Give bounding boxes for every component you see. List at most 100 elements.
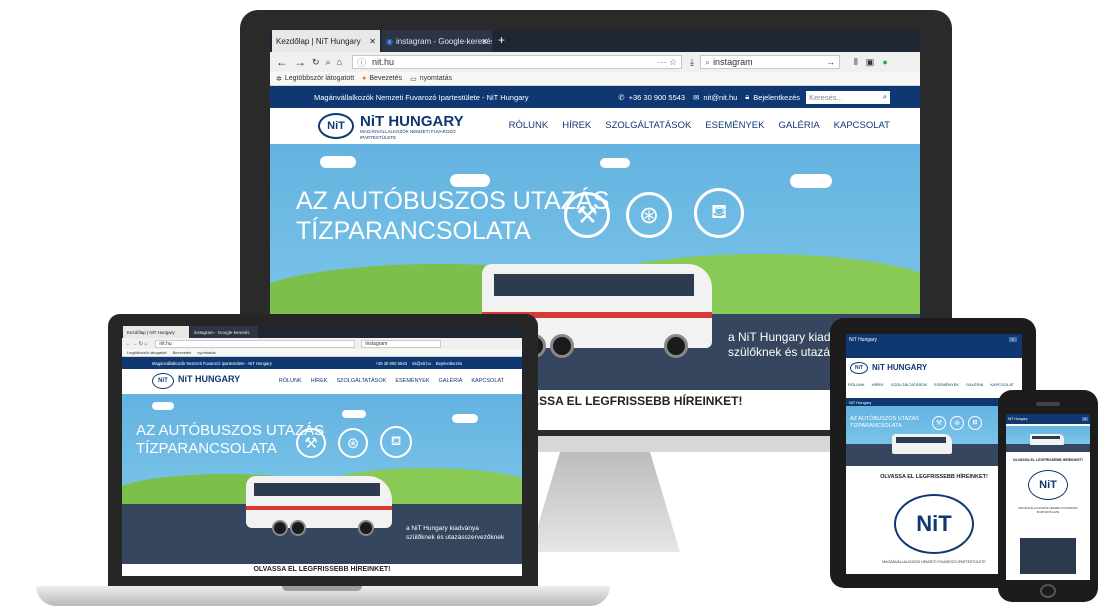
folder-icon: ▭ (410, 75, 417, 83)
laptop-screen: Kezdőlap | NiT Hungary instagram - Googl… (122, 326, 522, 576)
go-icon[interactable]: → (826, 57, 835, 67)
bookmark-item[interactable]: nyomtatás (197, 350, 215, 355)
menu-icon[interactable]: ≡ (1008, 337, 1017, 342)
home-button[interactable] (1040, 584, 1056, 598)
site-logo[interactable]: NiT (850, 362, 868, 374)
steering-wheel-icon: ⊛ (338, 428, 368, 458)
news-thumbnail[interactable] (1020, 538, 1076, 574)
site-navbar: NiT NiT HUNGARY RÓLUNK HÍREK SZOLGÁLTATÁ… (122, 369, 522, 394)
tab-title: instagram - Google-keresés (395, 36, 492, 46)
nav-item-szolgaltatasok[interactable]: SZOLGÁLTATÁSOK (891, 382, 927, 387)
library-icon[interactable]: ⫴ (854, 57, 858, 68)
site-search-placeholder: Keresés... (809, 92, 843, 102)
browser-tab[interactable]: ◉ instagram - Google-keresés ✕ (382, 30, 492, 52)
extension-icon[interactable]: ● (882, 57, 887, 67)
site-logo[interactable]: NiT (318, 113, 354, 139)
nav-item-rolunk[interactable]: RÓLUNK (509, 120, 549, 131)
browser-tab[interactable]: Kezdőlap | NiT Hungary (123, 326, 189, 338)
steering-wheel-icon: ⊛ (626, 192, 672, 238)
main-nav: RÓLUNK HÍREK SZOLGÁLTATÁSOK ESEMÉNYEK GA… (279, 378, 504, 384)
bookmark-item[interactable]: Bevezetés (173, 350, 192, 355)
site-navbar: NiT NiT HUNGARY RÓLUNK HÍREK SZOLGÁLTATÁ… (846, 358, 1022, 398)
email-link[interactable]: nit@nit.hu (412, 361, 431, 366)
search-icon[interactable]: ⌕ (883, 92, 887, 102)
forward-icon[interactable]: → (294, 55, 306, 69)
login-link[interactable]: Bejelentkezés (753, 93, 800, 102)
hero-banner[interactable]: AZ AUTÓBUSZOS UTAZÁS TÍZPARANCSOLATA ⚒ ⊛… (122, 394, 522, 564)
main-nav: RÓLUNK HÍREK SZOLGÁLTATÁSOK ESEMÉNYEK GA… (848, 382, 1020, 387)
phone-link[interactable]: +36 30 900 5543 (375, 361, 407, 366)
sidebar-icon[interactable]: ▣ (866, 57, 875, 68)
email-link[interactable]: nit@nit.hu (703, 93, 737, 102)
nav-item-rolunk[interactable]: RÓLUNK (279, 378, 302, 384)
nav-item-galeria[interactable]: GALÉRIA (966, 382, 983, 387)
new-tab-button[interactable]: + (498, 33, 505, 47)
nav-item-galeria[interactable]: GALÉRIA (778, 120, 819, 131)
tab-title: Kezdőlap | NiT Hungary (127, 329, 175, 335)
nav-item-esemenyek[interactable]: ESEMÉNYEK (934, 382, 959, 387)
bookmark-item[interactable]: Legtöbbször látogatott (127, 350, 167, 355)
site-topbar: NiT Hungary ≡ (1006, 414, 1090, 424)
back-icon[interactable]: ← → ↻ ⌂ (126, 341, 147, 347)
nav-item-kapcsolat[interactable]: KAPCSOLAT (471, 378, 504, 384)
browser-tab[interactable]: Kezdőlap | NiT Hungary ✕ (272, 30, 380, 52)
hero-banner[interactable]: AZ AUTÓBUSZOS UTAZÁS TÍZPARANCSOLATA ⚒ ⊛… (846, 406, 1022, 466)
bookmark-item[interactable]: Legtöbbször látogatott (285, 75, 354, 82)
menu-icon[interactable]: ≡ (1081, 417, 1088, 421)
site-logo[interactable]: NiT (152, 373, 174, 389)
steering-wheel-icon: ⊛ (950, 416, 964, 430)
hero-caption: a NiT Hungary kiadványa szülőknek és uta… (406, 524, 504, 542)
nav-item-hirek[interactable]: HÍREK (872, 382, 884, 387)
hero-title-line2: TÍZPARANCSOLATA (296, 217, 531, 245)
address-bar[interactable]: nit.hu (155, 339, 356, 348)
nav-item-hirek[interactable]: HÍREK (562, 120, 591, 131)
login-link[interactable]: Bejelentkezés (436, 361, 462, 366)
nav-item-rolunk[interactable]: RÓLUNK (848, 382, 865, 387)
logo-title: NiT HUNGARY (872, 363, 928, 372)
nav-item-galeria[interactable]: GALÉRIA (439, 378, 463, 384)
logo-title: NiT HUNGARY (178, 374, 241, 384)
cloud (452, 414, 478, 423)
close-icon[interactable]: ✕ (369, 37, 376, 46)
search-icon[interactable]: ⌕ (326, 57, 331, 68)
nav-item-szolgaltatasok[interactable]: SZOLGÁLTATÁSOK (336, 378, 386, 384)
tab-title: instagram - Google-keresés (194, 329, 250, 335)
phone-screen: NiT Hungary ≡ OLVASSA EL LEGFRISSEBB HÍR… (1006, 414, 1090, 580)
reload-icon[interactable]: ↻ (312, 57, 320, 68)
page-actions-icon[interactable]: ··· ☆ (657, 57, 677, 68)
large-logo: NiT (894, 494, 974, 554)
site-search[interactable]: Keresés... ⌕ (806, 90, 890, 104)
bookmark-icon: ● (362, 75, 367, 82)
wheel (290, 520, 306, 536)
search-box[interactable]: instagram (361, 339, 442, 348)
nav-item-kapcsolat[interactable]: KAPCSOLAT (990, 382, 1014, 387)
nav-item-esemenyek[interactable]: ESEMÉNYEK (705, 120, 764, 131)
nav-item-szolgaltatasok[interactable]: SZOLGÁLTATÁSOK (605, 120, 691, 131)
bookmark-item[interactable]: Bevezetés (369, 75, 402, 82)
tools-icon: ⚒ (932, 416, 946, 430)
nav-item-hirek[interactable]: HÍREK (311, 378, 328, 384)
tab-title: Kezdőlap | NiT Hungary (276, 36, 361, 46)
site-topbar: NiT Hungary ≡ (846, 334, 1022, 358)
info-icon[interactable]: ⓘ (357, 56, 366, 69)
mobile-caption: MAGÁNVÁLLALKOZÓK NEMZETI FUVAROZÓ IPARTE… (882, 560, 986, 564)
address-text: nit.hu (372, 57, 395, 67)
hero-banner[interactable] (1006, 426, 1090, 452)
mobile-brand: NiT Hungary (849, 399, 872, 405)
address-bar[interactable]: ⓘ nit.hu ··· ☆ (352, 55, 683, 69)
wheel (272, 520, 288, 536)
download-icon[interactable]: ⤓ (690, 57, 694, 68)
topbar-title: Magánvállalkozók Nemzeti Fuvarozó Iparte… (152, 360, 272, 366)
nav-item-esemenyek[interactable]: ESEMÉNYEK (395, 378, 429, 384)
search-box[interactable]: ⌕ instagram → (700, 55, 841, 69)
close-icon[interactable]: ✕ (481, 37, 488, 46)
cloud (600, 158, 630, 168)
hero-title-line1: AZ AUTÓBUSZOS UTAZÁS (296, 187, 610, 215)
bookmark-item[interactable]: nyomtatás (420, 75, 452, 82)
nav-item-kapcsolat[interactable]: KAPCSOLAT (834, 120, 890, 131)
bed-icon: ⛾ (380, 426, 412, 458)
home-icon[interactable]: ⌂ (337, 57, 342, 67)
phone-link[interactable]: +36 30 900 5543 (629, 93, 686, 102)
back-icon[interactable]: ← (276, 55, 288, 69)
browser-tab[interactable]: instagram - Google-keresés (190, 326, 258, 338)
